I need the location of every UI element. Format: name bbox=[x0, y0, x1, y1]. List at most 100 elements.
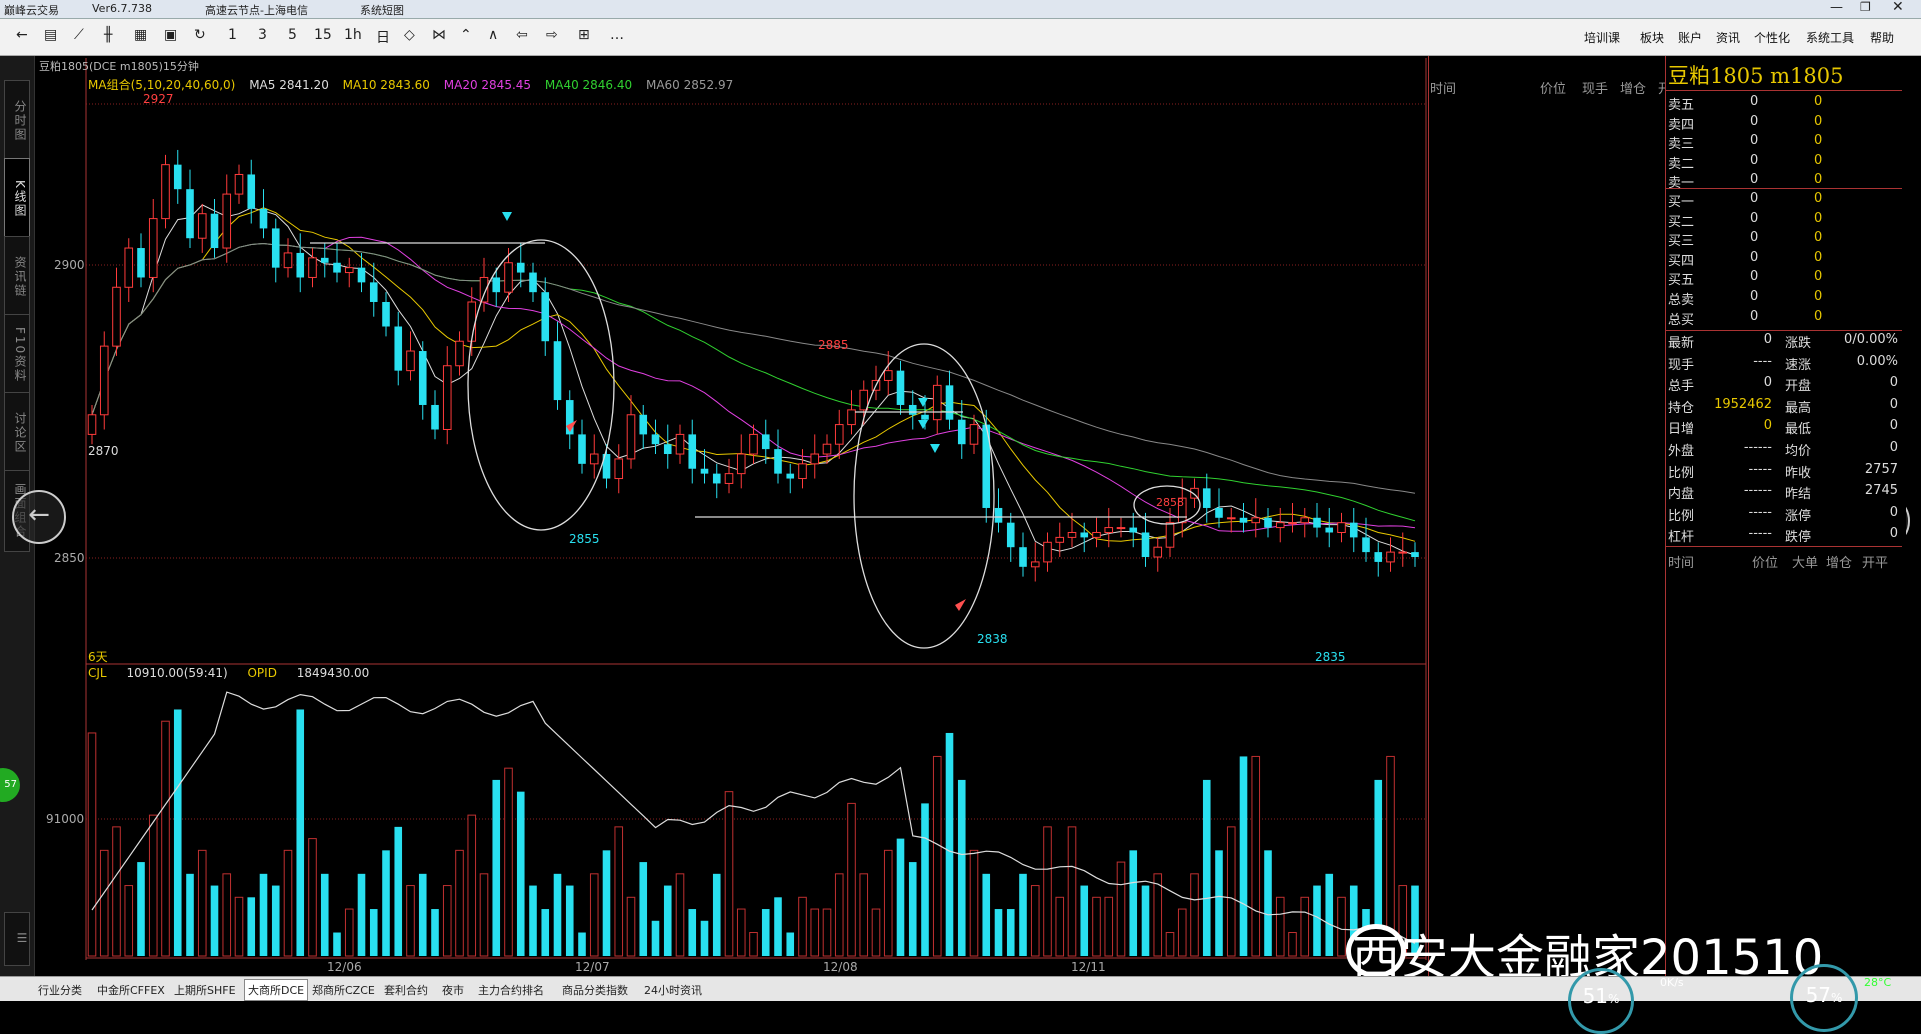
left-arrow-icon[interactable]: ⇦ bbox=[516, 27, 528, 43]
menu-personal[interactable]: 个性化 bbox=[1754, 29, 1790, 46]
volume-bar bbox=[1226, 826, 1236, 957]
days-label: 6天 bbox=[88, 650, 108, 664]
tab-night[interactable]: 夜市 bbox=[442, 982, 464, 998]
volume-bar bbox=[688, 909, 697, 956]
tab-czce[interactable]: 郑商所CZCE bbox=[312, 982, 375, 998]
ask-price: 0 bbox=[1750, 152, 1759, 168]
grid-icon[interactable]: ⊞ bbox=[578, 27, 590, 43]
up-double-icon[interactable]: ⌃ bbox=[460, 27, 472, 43]
ask-row[interactable]: 卖五 0 0 bbox=[1668, 94, 1898, 114]
volume-bar bbox=[908, 862, 917, 956]
period-5[interactable]: 5 bbox=[288, 27, 297, 43]
period-1h[interactable]: 1h bbox=[344, 27, 362, 43]
bid-row[interactable]: 买一 0 0 bbox=[1668, 191, 1898, 211]
ask-label: 卖五 bbox=[1668, 98, 1695, 113]
candle-body bbox=[774, 449, 782, 474]
ask-row[interactable]: 卖四 0 0 bbox=[1668, 114, 1898, 134]
bowtie-icon[interactable]: ⋈ bbox=[432, 27, 446, 43]
menu-tools[interactable]: 系统工具 bbox=[1806, 29, 1854, 46]
candle-body bbox=[394, 326, 403, 371]
tab-arbitrage[interactable]: 套利合约 bbox=[384, 982, 428, 998]
period-15[interactable]: 15 bbox=[314, 27, 332, 43]
vol-tick: 91000 bbox=[46, 812, 85, 826]
volume-bar bbox=[1080, 885, 1089, 956]
tab-dce[interactable]: 大商所DCE bbox=[244, 979, 309, 1001]
volume-bar bbox=[431, 909, 439, 956]
tab-commodity-index[interactable]: 商品分类指数 bbox=[562, 982, 628, 998]
bar-icon[interactable]: ▦ bbox=[134, 27, 147, 43]
tab-kline[interactable]: K线图 bbox=[4, 158, 30, 240]
candle-body bbox=[1006, 522, 1015, 548]
ask-row[interactable]: 卖一 0 0 bbox=[1668, 172, 1898, 192]
candle-body bbox=[639, 414, 648, 435]
ma-combo-label[interactable]: MA组合(5,10,20,40,60,0) bbox=[88, 78, 235, 92]
candle-body bbox=[749, 433, 758, 455]
candle-body bbox=[296, 252, 305, 278]
candle-body bbox=[859, 389, 869, 411]
volume-bar bbox=[308, 838, 317, 957]
quote-label: 总手 bbox=[1668, 379, 1695, 395]
tab-news-chain[interactable]: 资讯链 bbox=[4, 236, 30, 318]
tab-industry[interactable]: 行业分类 bbox=[38, 982, 82, 998]
volume-bar bbox=[675, 873, 685, 957]
ma60-label: MA60 2852.97 bbox=[645, 78, 734, 92]
menu-sector[interactable]: 板块 bbox=[1640, 29, 1664, 46]
chart-title: 豆粕1805(DCE m1805)15分钟 bbox=[39, 60, 199, 73]
tab-cffex[interactable]: 中金所CFFEX bbox=[97, 982, 165, 998]
tab-discussion[interactable]: 讨论区 bbox=[4, 392, 30, 474]
back-icon[interactable]: ← bbox=[16, 27, 28, 43]
save-icon[interactable]: ▣ bbox=[164, 27, 177, 43]
period-day[interactable]: 日 bbox=[376, 27, 390, 47]
quote-value-2: 0 bbox=[1889, 396, 1898, 412]
menu-account[interactable]: 账户 bbox=[1678, 29, 1702, 46]
candle-body bbox=[320, 257, 329, 263]
bid-label: 买一 bbox=[1668, 195, 1695, 210]
period-3[interactable]: 3 bbox=[258, 27, 267, 43]
bid-row[interactable]: 买三 0 0 bbox=[1668, 230, 1898, 250]
bid-row[interactable]: 买二 0 0 bbox=[1668, 211, 1898, 231]
diamond-icon[interactable]: ◇ bbox=[404, 27, 415, 43]
menu-news[interactable]: 资讯 bbox=[1716, 29, 1740, 46]
volume-bar bbox=[1177, 908, 1187, 957]
right-arrow-icon[interactable]: ⇨ bbox=[546, 27, 558, 43]
period-1[interactable]: 1 bbox=[228, 27, 237, 43]
minimize-icon[interactable]: — bbox=[1830, 0, 1843, 15]
quote-value: ----- bbox=[1748, 461, 1772, 477]
candle-body bbox=[1325, 527, 1334, 533]
line-chart-icon[interactable]: ⟋ bbox=[74, 27, 84, 43]
bid-row[interactable]: 买四 0 0 bbox=[1668, 250, 1898, 270]
more-icon[interactable]: … bbox=[610, 27, 624, 43]
prev-page-button[interactable]: ← bbox=[12, 490, 66, 544]
kline-chart[interactable] bbox=[35, 56, 1427, 976]
candle-body bbox=[578, 434, 586, 464]
kline-icon[interactable]: ╫ bbox=[104, 27, 112, 43]
tab-timeshare[interactable]: 分时图 bbox=[4, 80, 30, 162]
menu-help[interactable]: 帮助 bbox=[1870, 29, 1894, 46]
bid-row[interactable]: 总卖 0 0 bbox=[1668, 289, 1898, 309]
ask-row[interactable]: 卖三 0 0 bbox=[1668, 133, 1898, 153]
tab-main-rank[interactable]: 主力合约排名 bbox=[478, 982, 544, 998]
menu-training[interactable]: 培训课 bbox=[1584, 29, 1620, 46]
candle-body bbox=[1386, 551, 1395, 563]
tab-f10[interactable]: F10资料 bbox=[4, 314, 30, 396]
candle-body bbox=[908, 404, 917, 415]
detail-hdr-time: 时间 bbox=[1668, 556, 1695, 571]
bid-row[interactable]: 买五 0 0 bbox=[1668, 269, 1898, 289]
close-icon[interactable]: ✕ bbox=[1892, 0, 1904, 15]
candle-body bbox=[700, 468, 709, 474]
tab-shfe[interactable]: 上期所SHFE bbox=[174, 982, 236, 998]
quote-label: 日增 bbox=[1668, 422, 1695, 438]
volume-bar bbox=[969, 849, 979, 957]
candle-body bbox=[847, 409, 856, 426]
refresh-icon[interactable]: ↻ bbox=[194, 27, 206, 43]
detail-hdr-price: 价位 bbox=[1752, 556, 1779, 571]
volume-bar bbox=[1325, 873, 1334, 956]
ask-row[interactable]: 卖二 0 0 bbox=[1668, 153, 1898, 173]
menu-lines-icon[interactable]: ☰ bbox=[4, 912, 30, 966]
list-icon[interactable]: ▤ bbox=[44, 27, 57, 43]
quote-label-2: 速涨 bbox=[1785, 357, 1812, 373]
bid-row[interactable]: 总买 0 0 bbox=[1668, 309, 1898, 329]
restore-icon[interactable]: ❐ bbox=[1860, 0, 1871, 14]
tab-24h-news[interactable]: 24小时资讯 bbox=[644, 982, 702, 998]
up-chevron-icon[interactable]: ∧ bbox=[488, 27, 498, 43]
